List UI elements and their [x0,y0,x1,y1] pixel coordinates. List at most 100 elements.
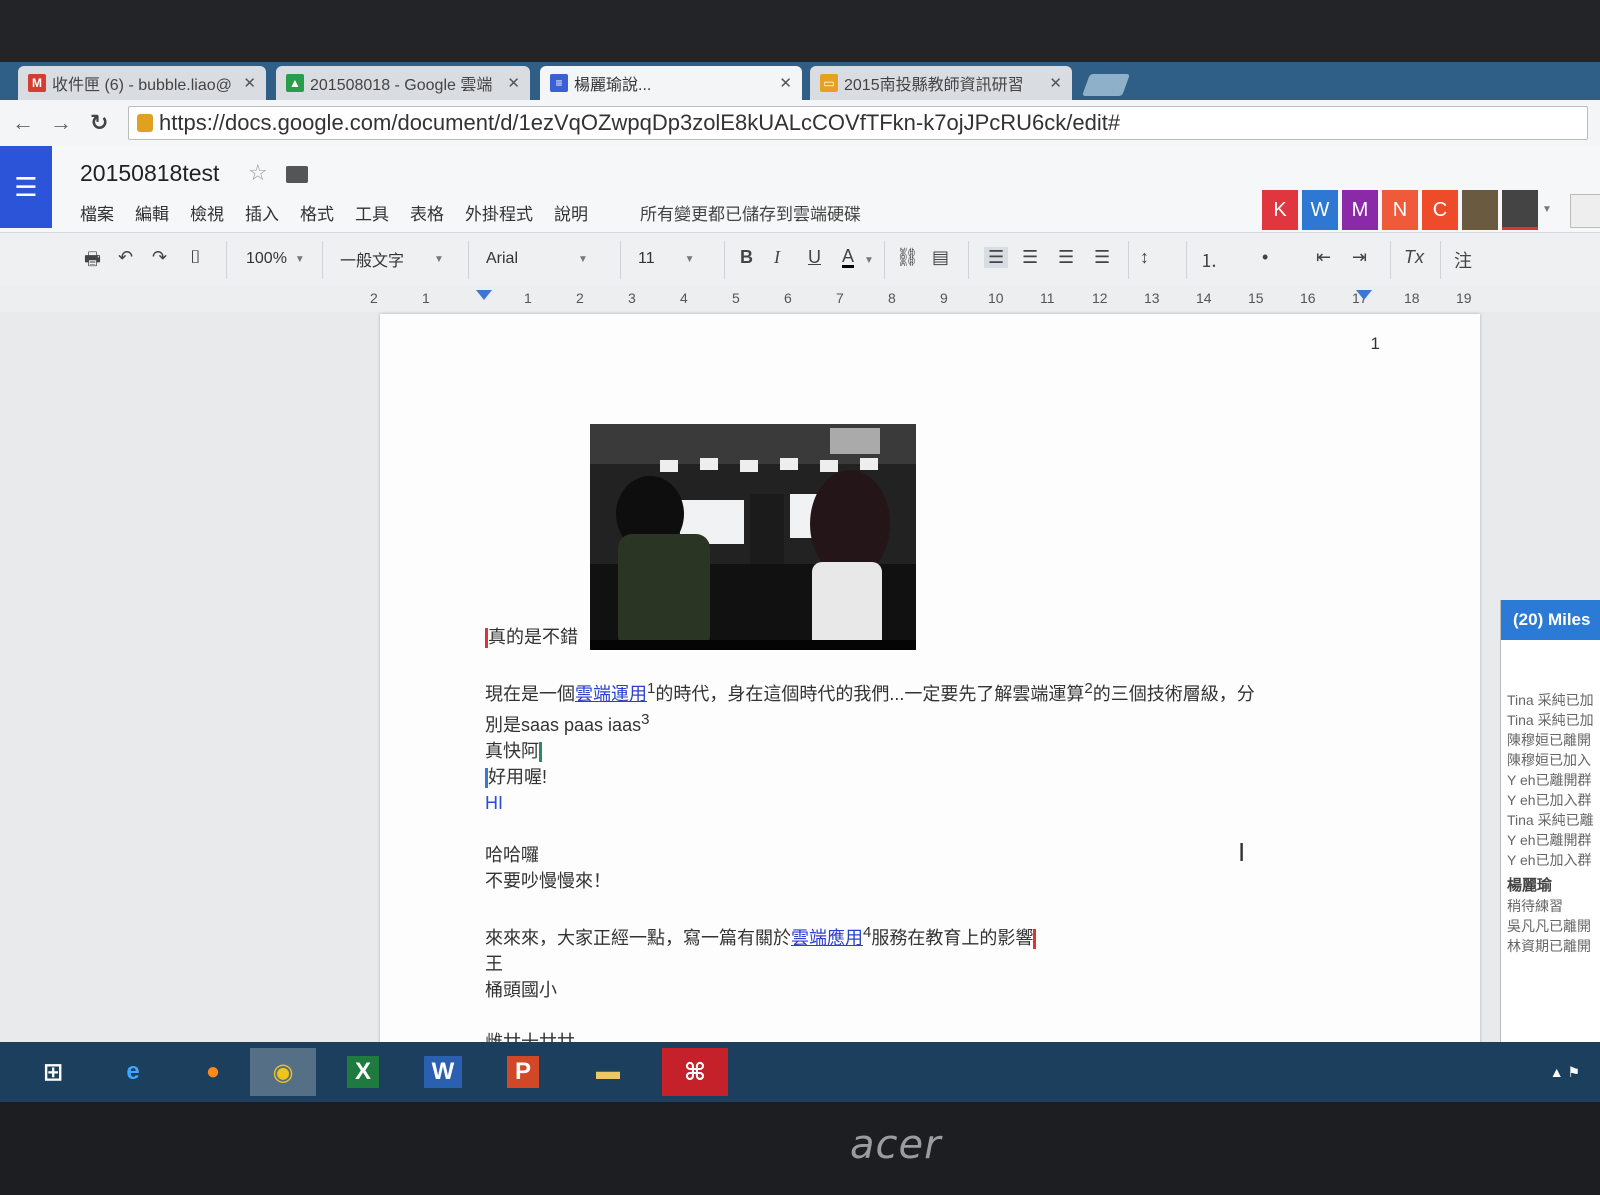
menu-edit[interactable]: 編輯 [135,200,169,225]
input-tools-button[interactable]: 注 [1454,247,1472,273]
tab-slides[interactable]: ▭ 2015南投縣教師資訊研習 ✕ [810,66,1072,100]
font-select[interactable]: Arial ▼ [486,243,606,275]
close-icon[interactable]: ✕ [507,74,520,92]
chat-panel[interactable]: (20) Miles Tina 采純已加 Tina 采純已加 陳穆姮已離開 陳穆… [1500,600,1600,1102]
undo-icon[interactable]: ↶ [118,247,133,268]
chat-event: Y eh已離開群 [1507,772,1592,788]
align-center-icon[interactable]: ☰ [1022,247,1038,268]
zoom-select[interactable]: 100% ▼ [246,243,305,275]
menu-help[interactable]: 說明 [554,200,588,225]
align-right-icon[interactable]: ☰ [1058,247,1074,268]
document-body[interactable]: 真的是不錯 現在是一個雲端運用1的時代，身在這個時代的我們...一定要先了解雲端… [485,624,1365,1055]
monitor-brand-logo: acer [850,1122,942,1168]
save-status[interactable]: 所有變更都已儲存到雲端硬碟 [640,200,861,225]
footnote-link[interactable]: 雲端運用 [575,684,647,704]
inserted-photo[interactable] [590,424,916,650]
collaborator-avatar[interactable]: N [1382,190,1418,230]
menu-table[interactable]: 表格 [410,200,444,225]
ruler-tick: 10 [988,290,1004,306]
footnote-marker[interactable]: 3 [641,711,649,728]
insert-comment-icon[interactable]: ▤ [932,247,949,268]
chevron-down-icon[interactable]: ▼ [1542,204,1552,215]
menu-file[interactable]: 檔案 [80,200,114,225]
acrobat-icon[interactable]: ⌘ [662,1048,728,1096]
decrease-indent-icon[interactable]: ⇤ [1316,247,1331,268]
style-select[interactable]: 一般文字 ▼ [340,243,450,275]
left-indent-marker[interactable] [476,290,492,300]
menu-view[interactable]: 檢視 [190,200,224,225]
close-icon[interactable]: ✕ [243,74,256,92]
font-size-select[interactable]: 11 ▼ [638,243,708,275]
menu-format[interactable]: 格式 [300,200,334,225]
firefox-icon[interactable]: ● [180,1048,246,1096]
url-input[interactable]: https://docs.google.com/document/d/1ezVq… [128,106,1588,140]
collaborator-avatar[interactable]: M [1342,190,1378,230]
link-icon[interactable]: ⛓ [896,247,919,268]
menu-addons[interactable]: 外掛程式 [465,200,533,225]
internet-explorer-icon[interactable]: e [100,1048,166,1096]
menu-tools[interactable]: 工具 [355,200,389,225]
docs-home-icon[interactable]: ☰ [0,146,52,228]
new-tab-button[interactable] [1081,74,1131,96]
file-explorer-icon[interactable]: ▬ [575,1048,641,1096]
line-spacing-icon[interactable]: ↕ [1140,247,1149,268]
docs-header: ☰ 20150818test ☆ 檔案 編輯 檢視 插入 格式 工具 表格 外掛… [0,146,1600,232]
reload-icon[interactable]: ↻ [90,110,108,136]
right-indent-marker[interactable] [1356,290,1372,300]
tab-label: 楊麗瑜說... [574,77,652,94]
clear-formatting-button[interactable]: Tx [1404,247,1424,268]
comments-button[interactable] [1570,194,1600,228]
toolbar-divider [884,241,885,279]
system-tray-icon[interactable]: ▲ ⚑ [1550,1064,1580,1081]
paint-format-icon[interactable]: ⌷ [190,247,201,268]
chrome-icon[interactable]: ◉ [250,1048,316,1096]
windows-start-icon[interactable]: ⊞ [20,1048,86,1096]
forward-icon[interactable]: → [50,110,72,136]
footnote-link[interactable]: 雲端應用 [791,928,863,948]
bold-button[interactable]: B [740,247,753,268]
powerpoint-icon[interactable]: P [490,1048,556,1096]
close-icon[interactable]: ✕ [779,74,792,92]
ruler-tick: 3 [628,290,636,306]
text-cursor-icon: I [1238,837,1246,867]
ruler-tick: 4 [680,290,688,306]
toolbar-divider [724,241,725,279]
paragraph: 真快阿 [485,738,1365,764]
star-icon[interactable]: ☆ [248,160,268,186]
close-icon[interactable]: ✕ [1049,74,1062,92]
word-icon[interactable]: W [410,1048,476,1096]
align-left-icon[interactable]: ☰ [984,247,1009,268]
document-page[interactable]: 1 真的是不錯 現在是一個雲端運用1的時代，身在這個時代的我們...一定要先了解… [380,314,1480,1102]
chat-header[interactable]: (20) Miles [1501,600,1600,640]
underline-button[interactable]: U [808,247,821,268]
print-icon[interactable]: 🖶 [84,247,101,277]
tab-drive[interactable]: ▲ 201508018 - Google 雲端 ✕ [276,66,530,100]
chat-event: Tina 采純已離 [1507,812,1594,828]
redo-icon[interactable]: ↷ [152,247,167,268]
bulleted-list-icon[interactable]: • [1262,247,1268,268]
chat-sender: 楊麗瑜 [1507,877,1553,894]
collaborator-avatar[interactable]: C [1422,190,1458,230]
collaborator-photo-avatar[interactable] [1462,190,1498,230]
ruler-tick: 14 [1196,290,1212,306]
chat-event: Y eh已加入群 [1507,852,1592,868]
menu-insert[interactable]: 插入 [245,200,279,225]
folder-icon[interactable] [286,166,308,183]
tab-gmail[interactable]: M 收件匣 (6) - bubble.liao@ ✕ [18,66,266,100]
paragraph: HI [485,793,503,813]
text-color-button[interactable]: A [842,247,855,268]
collaborator-avatar[interactable]: W [1302,190,1338,230]
increase-indent-icon[interactable]: ⇥ [1352,247,1367,268]
excel-icon[interactable]: X [330,1048,396,1096]
paragraph-text: 的三個技術層級，分 [1092,684,1255,704]
tab-docs[interactable]: ≡ 楊麗瑜說... ✕ [540,66,802,100]
numbered-list-icon[interactable]: ⒈ [1200,247,1218,273]
chevron-down-icon[interactable]: ▼ [864,255,874,266]
italic-button[interactable]: I [774,247,780,268]
collaborator-photo-avatar[interactable] [1502,190,1538,230]
document-title[interactable]: 20150818test [80,160,219,187]
back-icon[interactable]: ← [12,110,34,136]
align-justify-icon[interactable]: ☰ [1094,247,1110,268]
collaborator-avatar[interactable]: K [1262,190,1298,230]
footnote-marker[interactable]: 2 [1084,680,1092,697]
